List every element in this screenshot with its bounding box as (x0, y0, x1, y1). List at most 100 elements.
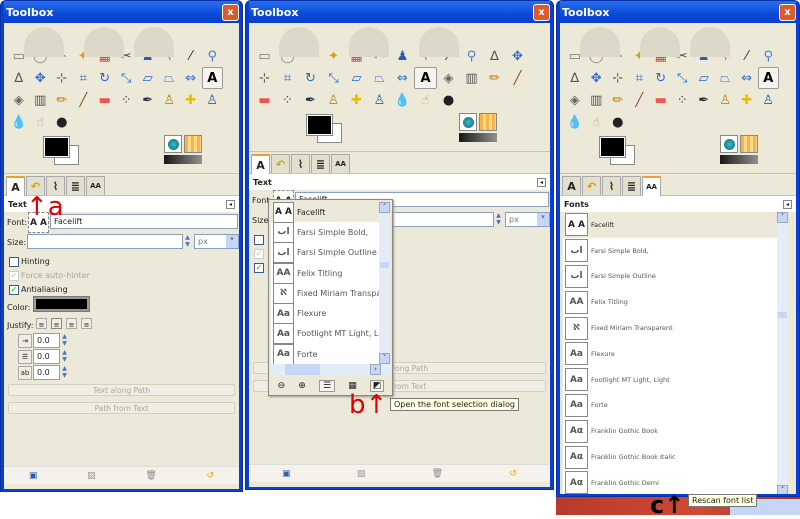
title-bar[interactable]: Toolbox x (4, 1, 239, 23)
pattern-preview[interactable] (479, 113, 497, 131)
vertical-scrollbar[interactable]: ˄ ˅ (379, 202, 390, 364)
tool-options-tab-icon[interactable]: A (562, 176, 581, 195)
eraser-tool-icon[interactable]: ▬ (650, 89, 672, 111)
scroll-down-button[interactable]: ˅ (777, 485, 788, 494)
scroll-thumb[interactable] (285, 364, 320, 375)
letter-spacing-input[interactable]: 0.0 (33, 365, 60, 380)
color-picker-tool-icon[interactable]: ⁄ (736, 45, 758, 67)
foreground-color[interactable] (43, 136, 70, 158)
size-spinner[interactable]: ▲ ▼ (495, 212, 502, 226)
foreground-color[interactable] (599, 136, 626, 158)
perspective-tool-icon[interactable]: ⏢ (368, 67, 391, 89)
fuzzy-select-tool-icon[interactable]: ✦ (322, 45, 345, 67)
close-button[interactable]: x (222, 3, 239, 21)
dodge-burn-tool-icon[interactable]: ● (51, 111, 73, 133)
crop-tool-icon[interactable]: ⌗ (276, 67, 299, 89)
scroll-up-button[interactable]: ˄ (777, 212, 788, 223)
justify-right-button[interactable]: ≡ (51, 318, 62, 329)
airbrush-tool-icon[interactable]: ⁘ (276, 89, 299, 111)
reset-icon[interactable]: ↺ (509, 469, 517, 479)
zoom-tool-icon[interactable]: ⚲ (202, 45, 224, 67)
paintbrush-tool-icon[interactable]: ╱ (629, 89, 651, 111)
force-autohinter-checkbox[interactable]: ✓ (9, 271, 19, 281)
font-list-item[interactable]: ℵFixed Miriam Transparent (271, 282, 379, 304)
font-list-item[interactable]: A A Facelift (271, 202, 379, 223)
justify-left-button[interactable]: ≡ (36, 318, 47, 329)
foreground-color[interactable] (306, 114, 333, 136)
heal-tool-icon[interactable]: ✚ (345, 89, 368, 111)
font-list-item[interactable]: اب Farsi Simple Outline (563, 264, 777, 290)
scale-tool-icon[interactable]: ⤡ (116, 67, 138, 89)
justify-center-button[interactable]: ≡ (66, 318, 77, 329)
path-from-text-button[interactable]: Path from Text (8, 402, 235, 414)
gradient-preview[interactable] (720, 155, 758, 164)
pencil-tool-icon[interactable]: ✏ (483, 67, 506, 89)
gradient-preview[interactable] (164, 155, 202, 164)
align-tool-icon[interactable]: ⊹ (253, 67, 276, 89)
delete-icon[interactable]: 🗑 (432, 469, 443, 479)
measure-tool-icon[interactable]: ∆ (564, 67, 586, 89)
text-color-button[interactable] (33, 296, 90, 312)
dodge-burn-tool-icon[interactable]: ● (607, 111, 629, 133)
smudge-tool-icon[interactable]: ☝ (586, 111, 608, 133)
align-tool-icon[interactable]: ⊹ (607, 67, 629, 89)
brush-preview[interactable] (164, 135, 182, 153)
rotate-tool-icon[interactable]: ↻ (650, 67, 672, 89)
zoom-in-icon[interactable]: ⊕ (298, 381, 306, 391)
clone-tool-icon[interactable]: ♙ (159, 89, 181, 111)
font-list-item[interactable]: Aα Franklin Gothic Book (563, 418, 777, 444)
panel-menu-button[interactable]: ◂ (226, 199, 235, 209)
bucket-fill-tool-icon[interactable]: ◈ (564, 89, 586, 111)
clone-tool-icon[interactable]: ♙ (715, 89, 737, 111)
pattern-preview[interactable] (740, 135, 758, 153)
fonts-tab-icon[interactable]: AA (642, 176, 661, 196)
font-list-item[interactable]: اب Farsi Simple Bold, (563, 238, 777, 264)
font-list-item[interactable]: AaFootlight MT Light, Light (271, 323, 379, 345)
fonts-list[interactable]: A A Facelift اب Farsi Simple Bold, اب Farsi S… (563, 212, 777, 494)
shear-tool-icon[interactable]: ▱ (137, 67, 159, 89)
brush-preview[interactable] (459, 113, 477, 131)
scroll-right-button[interactable]: › (370, 364, 381, 375)
unit-select[interactable]: px ▾ (505, 212, 550, 227)
move-tool-icon[interactable]: ✥ (506, 45, 529, 67)
undo-history-tab-icon[interactable]: ↶ (271, 154, 290, 173)
scroll-thumb[interactable] (778, 312, 787, 318)
font-list-item[interactable]: AA Felix Titling (271, 262, 379, 284)
save-options-icon[interactable]: ▣ (29, 471, 38, 481)
blend-tool-icon[interactable]: ▥ (30, 89, 52, 111)
perspective-tool-icon[interactable]: ⏢ (715, 67, 737, 89)
shear-tool-icon[interactable]: ▱ (345, 67, 368, 89)
close-button[interactable]: x (779, 3, 796, 21)
fonts-tab-icon[interactable]: AA (331, 154, 350, 173)
foreground-select-tool-icon[interactable]: ♟ (391, 45, 414, 67)
perspective-clone-tool-icon[interactable]: ♙ (202, 89, 224, 111)
restore-options-icon[interactable]: ▨ (357, 469, 366, 479)
horizontal-scrollbar[interactable]: › (271, 364, 391, 375)
undo-history-tab-icon[interactable]: ↶ (582, 176, 601, 195)
ink-tool-icon[interactable]: ✒ (299, 89, 322, 111)
letter-spacing-spinner[interactable]: ▲ ▼ (61, 365, 68, 379)
dodge-burn-tool-icon[interactable]: ● (437, 89, 460, 111)
blur-sharpen-tool-icon[interactable]: 💧 (8, 111, 30, 133)
layers-tab-icon[interactable]: ≣ (311, 154, 330, 173)
title-bar[interactable]: Toolbox x (249, 1, 550, 23)
font-list-item[interactable]: A A Facelift (563, 212, 777, 238)
paintbrush-tool-icon[interactable]: ╱ (506, 67, 529, 89)
layers-tab-icon[interactable]: ≣ (622, 176, 641, 195)
brush-preview[interactable] (720, 135, 738, 153)
flip-tool-icon[interactable]: ⇔ (736, 67, 758, 89)
font-list-item[interactable]: Aa Forte (271, 343, 379, 364)
flip-tool-icon[interactable]: ⇔ (391, 67, 414, 89)
scroll-down-button[interactable]: ˅ (379, 353, 390, 364)
line-spacing-input[interactable]: 0.0 (33, 349, 60, 364)
scale-tool-icon[interactable]: ⤡ (322, 67, 345, 89)
scale-tool-icon[interactable]: ⤡ (672, 67, 694, 89)
blend-tool-icon[interactable]: ▥ (586, 89, 608, 111)
indent-input[interactable]: 0.0 (33, 333, 60, 348)
panel-menu-button[interactable]: ◂ (537, 177, 546, 187)
font-list-item[interactable]: Aα Franklin Gothic Book Italic (563, 444, 777, 470)
font-list-item[interactable]: Aa Flexure (271, 303, 379, 325)
tool-options-tab-icon[interactable]: A (251, 154, 270, 174)
font-list-item[interactable]: Aa Flexure (563, 341, 777, 367)
measure-tool-icon[interactable]: ∆ (483, 45, 506, 67)
